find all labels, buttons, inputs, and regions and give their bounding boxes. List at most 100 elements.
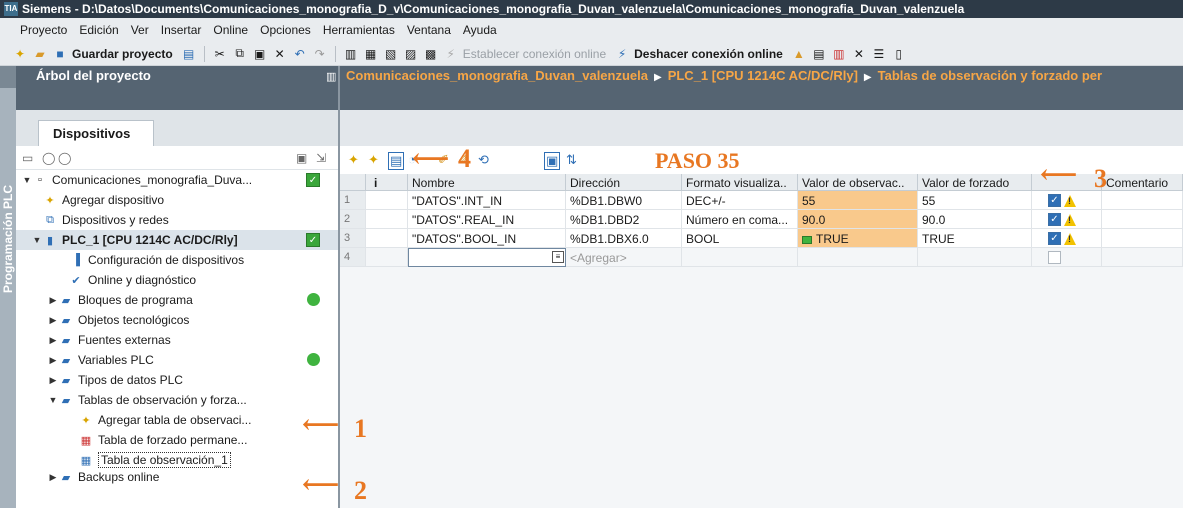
monitor-all-icon[interactable]: ⟲ — [478, 152, 489, 168]
split-vertical-icon[interactable]: ▯ — [891, 46, 907, 62]
go-online-icon[interactable]: ⇲ — [316, 151, 326, 165]
cell-nombre[interactable]: "DATOS".REAL_IN — [408, 210, 566, 229]
save-project-button[interactable]: Guardar proyecto — [72, 47, 173, 61]
copy-icon[interactable]: ⧉ — [232, 46, 248, 62]
start-cpu-icon[interactable]: ▤ — [811, 46, 827, 62]
stop-cpu-icon[interactable]: ▥ — [831, 46, 847, 62]
tree-item-backups-online[interactable]: ▶ ▰ Backups online — [16, 470, 338, 484]
cell-valor-forzado[interactable]: 55 — [918, 191, 1032, 210]
column-header-direccion[interactable]: Dirección — [566, 174, 682, 191]
tree-item-dispositivos-redes[interactable]: ⧉ Dispositivos y redes — [16, 210, 338, 230]
new-project-icon[interactable]: ✦ — [12, 46, 28, 62]
tree-item-variables-plc[interactable]: ▶ ▰ Variables PLC — [16, 350, 338, 370]
tree-item-tablas-observacion[interactable]: ▼ ▰ Tablas de observación y forza... — [16, 390, 338, 410]
cell-valor-forzado[interactable]: 90.0 — [918, 210, 1032, 229]
tree-item-tabla-observacion-1[interactable]: ▦ Tabla de observación_1 — [16, 450, 338, 470]
cell-direccion[interactable]: %DB1.DBX6.0 — [566, 229, 682, 248]
cell-direccion[interactable]: %DB1.DBW0 — [566, 191, 682, 210]
step-title: PASO 35 — [655, 148, 740, 173]
print-icon[interactable]: ▤ — [181, 46, 197, 62]
force-checkbox[interactable]: ✓ — [1048, 213, 1061, 226]
menu-edicion[interactable]: Edición — [73, 23, 124, 37]
split-horizontal-icon[interactable]: ☰ — [871, 46, 887, 62]
table-cell — [1032, 248, 1102, 267]
column-header-nombre[interactable]: Nombre — [408, 174, 566, 191]
open-project-icon[interactable]: ▰ — [32, 46, 48, 62]
force-checkbox[interactable]: ✓ — [1048, 194, 1061, 207]
compile-icon[interactable]: ▥ — [343, 46, 359, 62]
cell-comentario[interactable] — [1102, 229, 1183, 248]
address-list-icon[interactable]: ≡ — [552, 251, 564, 263]
menu-ayuda[interactable]: Ayuda — [457, 23, 503, 37]
cell-comentario[interactable] — [1102, 191, 1183, 210]
redo-icon[interactable]: ↷ — [312, 46, 328, 62]
column-header-comentario[interactable]: Comentario — [1102, 174, 1183, 191]
add-row-placeholder[interactable]: <Agregar> — [566, 248, 682, 267]
menu-insertar[interactable]: Insertar — [155, 23, 208, 37]
breadcrumb-item[interactable]: Tablas de observación y forzado per — [878, 68, 1102, 83]
menu-ventana[interactable]: Ventana — [401, 23, 457, 37]
cell-formato[interactable]: Número en coma... — [682, 210, 798, 229]
column-header-formato[interactable]: Formato visualiza.. — [682, 174, 798, 191]
tree-item-plc1[interactable]: ▼ ▮ PLC_1 [CPU 1214C AC/DC/Rly] — [16, 230, 338, 250]
delete-icon[interactable]: ✕ — [272, 46, 288, 62]
toolbar-divider — [203, 45, 205, 62]
column-header-valor-forzado[interactable]: Valor de forzado — [918, 174, 1032, 191]
forward-icon[interactable]: ◯ — [58, 151, 71, 165]
modify-now-icon[interactable]: ▤ — [388, 152, 405, 170]
cell-formato[interactable]: DEC+/- — [682, 191, 798, 210]
cross-reference-icon[interactable]: ▩ — [423, 46, 439, 62]
menu-opciones[interactable]: Opciones — [254, 23, 317, 37]
tree-view-icon[interactable]: ▭ — [22, 151, 33, 165]
cell-direccion[interactable]: %DB1.DBD2 — [566, 210, 682, 229]
force-checkbox[interactable] — [1048, 251, 1061, 264]
tree-item-online-diagnostico[interactable]: ✔ Online y diagnóstico — [16, 270, 338, 290]
accessible-devices-icon[interactable]: ▲ — [791, 46, 807, 62]
cell-valor-forzado[interactable]: TRUE — [918, 229, 1032, 248]
window-title: Siemens - D:\Datos\Documents\Comunicacio… — [22, 2, 965, 16]
tree-item-tabla-forzado[interactable]: ▦ Tabla de forzado permane... — [16, 430, 338, 450]
tree-item-config-dispositivos[interactable]: ▐ Configuración de dispositivos — [16, 250, 338, 270]
tree-item-label: Tabla de forzado permane... — [98, 433, 248, 447]
close-project-icon[interactable]: ✕ — [851, 46, 867, 62]
status-dot-icon — [307, 293, 320, 306]
save-icon[interactable]: ■ — [52, 46, 68, 62]
menu-herramientas[interactable]: Herramientas — [317, 23, 401, 37]
monitor-once-icon[interactable]: ▣ — [544, 152, 561, 170]
back-icon[interactable]: ◯ — [42, 151, 55, 165]
download-icon[interactable]: ▦ — [363, 46, 379, 62]
paste-icon[interactable]: ▣ — [252, 46, 268, 62]
show-columns-icon[interactable]: ⇅ — [566, 152, 577, 168]
connect-online-button[interactable]: Establecer conexión online — [463, 47, 606, 61]
undo-icon[interactable]: ↶ — [292, 46, 308, 62]
cell-formato[interactable]: BOOL — [682, 229, 798, 248]
tree-item-tipos-datos[interactable]: ▶ ▰ Tipos de datos PLC — [16, 370, 338, 390]
side-tab[interactable]: Programación PLC — [0, 88, 16, 508]
new-row-name-input[interactable] — [408, 248, 566, 267]
cell-comentario[interactable] — [1102, 210, 1183, 229]
cell-nombre[interactable]: "DATOS".BOOL_IN — [408, 229, 566, 248]
cut-icon[interactable]: ✂ — [212, 46, 228, 62]
table-cell — [798, 248, 918, 267]
tree-item-project[interactable]: ▼ ▫ Comunicaciones_monografia_Duva... — [16, 170, 338, 190]
cell-nombre[interactable]: "DATOS".INT_IN — [408, 191, 566, 210]
menu-ver[interactable]: Ver — [125, 23, 155, 37]
tree-item-fuentes-externas[interactable]: ▶ ▰ Fuentes externas — [16, 330, 338, 350]
tab-dispositivos[interactable]: Dispositivos — [38, 120, 154, 146]
tree-item-bloques-programa[interactable]: ▶ ▰ Bloques de programa — [16, 290, 338, 310]
disconnect-online-button[interactable]: Deshacer conexión online — [634, 47, 783, 61]
force-checkbox[interactable]: ✓ — [1048, 232, 1061, 245]
overview-icon[interactable]: ▣ — [296, 151, 307, 165]
tree-item-agregar-dispositivo[interactable]: ✦ Agregar dispositivo — [16, 190, 338, 210]
column-header-valor-observacion[interactable]: Valor de observac.. — [798, 174, 918, 191]
insert-row-icon[interactable]: ✦ — [348, 152, 359, 168]
breadcrumb-item[interactable]: PLC_1 [CPU 1214C AC/DC/Rly] — [668, 68, 858, 83]
menu-online[interactable]: Online — [207, 23, 254, 37]
breadcrumb-item[interactable]: Comunicaciones_monografia_Duvan_valenzue… — [346, 68, 648, 83]
menu-proyecto[interactable]: Proyecto — [14, 23, 73, 37]
add-row-icon[interactable]: ✦ — [368, 152, 379, 168]
upload-icon[interactable]: ▧ — [383, 46, 399, 62]
tree-item-agregar-tabla[interactable]: ✦ Agregar tabla de observaci... — [16, 410, 338, 430]
simulation-icon[interactable]: ▨ — [403, 46, 419, 62]
tree-item-objetos-tecnologicos[interactable]: ▶ ▰ Objetos tecnológicos — [16, 310, 338, 330]
